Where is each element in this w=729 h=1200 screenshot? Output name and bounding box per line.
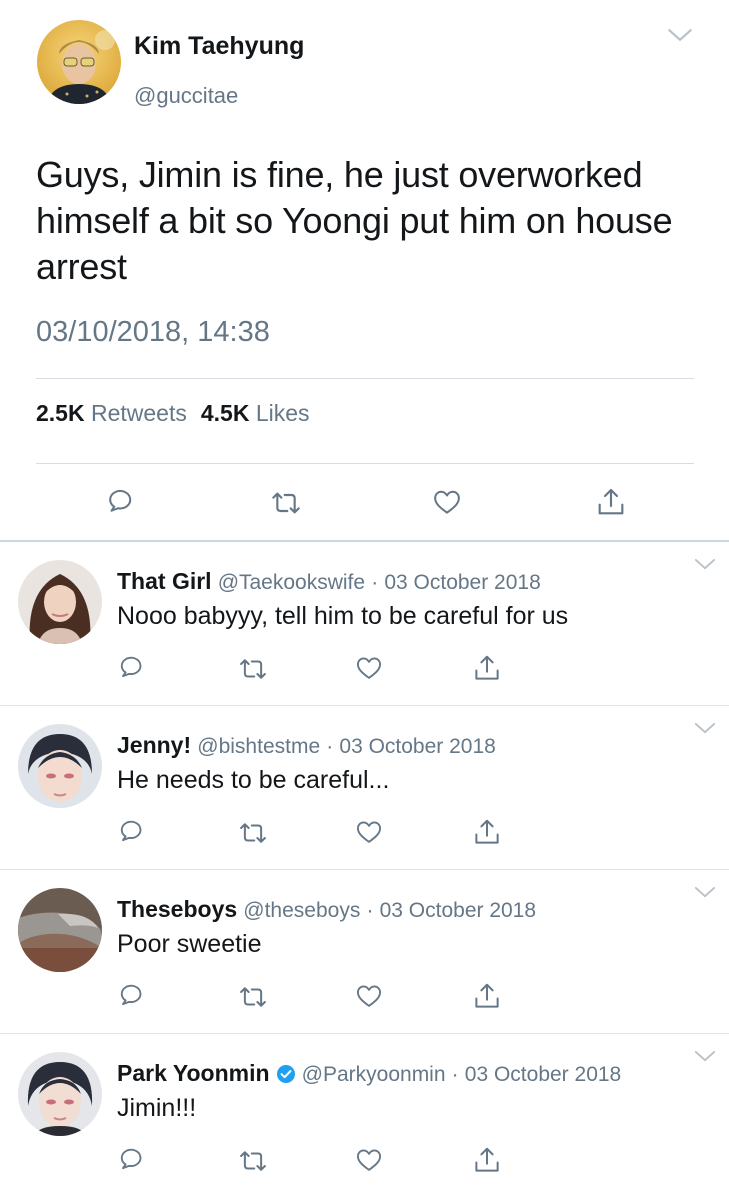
retweet-icon[interactable] [238, 982, 268, 1012]
tweet-timestamp[interactable]: 03/10/2018, 14:38 [36, 316, 270, 349]
share-icon[interactable] [595, 486, 627, 518]
reply-icon[interactable] [116, 982, 144, 1010]
avatar[interactable] [37, 20, 121, 104]
reply-header: Jenny! @bishtestme · 03 October 2018 [117, 732, 496, 759]
avatar[interactable] [18, 1052, 102, 1136]
handle[interactable]: @Parkyoonmin [302, 1063, 446, 1086]
reply-icon[interactable] [104, 487, 134, 517]
meta-separator: · [366, 899, 374, 922]
avatar[interactable] [18, 888, 102, 972]
chevron-down-icon[interactable] [667, 28, 693, 43]
meta-separator: · [371, 571, 379, 594]
reply-date[interactable]: 03 October 2018 [380, 899, 536, 922]
like-icon[interactable] [432, 487, 462, 517]
retweet-icon[interactable] [238, 1146, 268, 1176]
share-icon[interactable] [472, 817, 502, 847]
like-icon[interactable] [355, 654, 383, 682]
handle[interactable]: @bishtestme [197, 735, 320, 758]
retweets-count: 2.5K [36, 400, 85, 426]
meta-separator: · [451, 1063, 459, 1086]
display-name[interactable]: Park Yoonmin [117, 1060, 270, 1086]
tweet-text: Guys, Jimin is fine, he just overworked … [36, 154, 673, 287]
share-icon[interactable] [472, 981, 502, 1011]
retweet-icon[interactable] [270, 487, 302, 519]
likes-stat[interactable]: 4.5K Likes [201, 400, 310, 426]
reply-date[interactable]: 03 October 2018 [339, 735, 495, 758]
verified-badge-icon [276, 1065, 295, 1083]
display-name[interactable]: That Girl [117, 568, 212, 594]
retweet-icon[interactable] [238, 654, 268, 684]
reply-text: Nooo babyyy, tell him to be careful for … [117, 602, 569, 630]
share-icon[interactable] [472, 653, 502, 683]
reply-header: Theseboys @theseboys · 03 October 2018 [117, 896, 536, 923]
reply-text: He needs to be careful... [117, 766, 390, 794]
reply-icon[interactable] [116, 654, 144, 682]
avatar[interactable] [18, 724, 102, 808]
reply-text: Jimin!!! [117, 1094, 197, 1122]
display-name[interactable]: Theseboys [117, 896, 237, 922]
handle[interactable]: @Taekookswife [218, 571, 365, 594]
chevron-down-icon[interactable] [694, 558, 716, 571]
like-icon[interactable] [355, 982, 383, 1010]
reply-tweet[interactable]: Theseboys @theseboys · 03 October 2018 P… [0, 870, 729, 1034]
reply-icon[interactable] [116, 1146, 144, 1174]
likes-count: 4.5K [200, 400, 250, 426]
divider [36, 463, 694, 464]
reply-tweet[interactable]: Park Yoonmin @Parkyoonmin · 03 October 2… [0, 1034, 729, 1198]
likes-label: Likes [255, 400, 310, 426]
reply-date[interactable]: 03 October 2018 [465, 1063, 621, 1086]
retweets-label: Retweets [90, 400, 187, 426]
reply-header: That Girl @Taekookswife · 03 October 201… [117, 568, 541, 595]
meta-separator: · [326, 735, 334, 758]
share-icon[interactable] [472, 1145, 502, 1175]
display-name[interactable]: Kim Taehyung [134, 32, 304, 61]
reply-date[interactable]: 03 October 2018 [384, 571, 540, 594]
reply-tweet[interactable]: That Girl @Taekookswife · 03 October 201… [0, 542, 729, 706]
main-tweet: Kim Taehyung @guccitae Guys, Jimin is fi… [0, 0, 729, 541]
retweets-stat[interactable]: 2.5K Retweets [36, 400, 187, 426]
reply-header: Park Yoonmin @Parkyoonmin · 03 October 2… [117, 1060, 621, 1087]
handle[interactable]: @guccitae [134, 83, 238, 109]
reply-text: Poor sweetie [117, 930, 262, 958]
retweet-icon[interactable] [238, 818, 268, 848]
reply-icon[interactable] [116, 818, 144, 846]
handle[interactable]: @theseboys [243, 899, 360, 922]
chevron-down-icon[interactable] [694, 886, 716, 899]
like-icon[interactable] [355, 818, 383, 846]
avatar[interactable] [18, 560, 102, 644]
display-name[interactable]: Jenny! [117, 732, 191, 758]
reply-tweet[interactable]: Jenny! @bishtestme · 03 October 2018 He … [0, 706, 729, 870]
like-icon[interactable] [355, 1146, 383, 1174]
chevron-down-icon[interactable] [694, 1050, 716, 1063]
divider [36, 378, 694, 379]
chevron-down-icon[interactable] [694, 722, 716, 735]
tweet-stats: 2.5K Retweets 4.5K Likes [36, 400, 310, 427]
